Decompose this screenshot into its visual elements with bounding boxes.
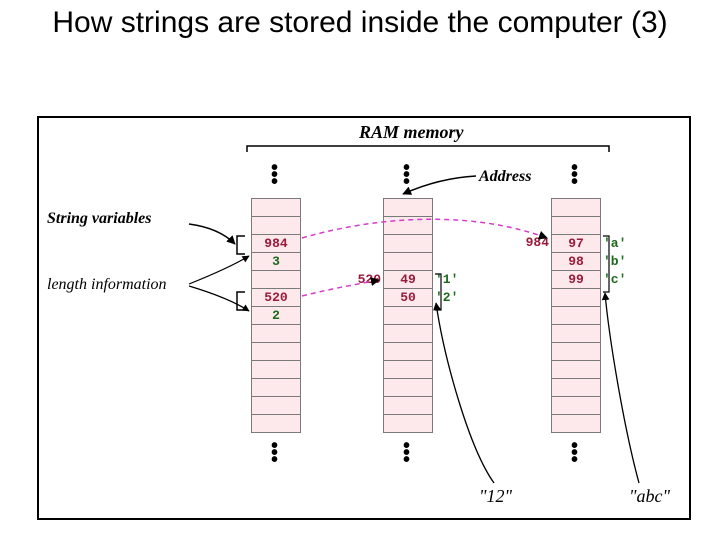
memory-cell-empty [603, 414, 633, 433]
memory-cell-empty [603, 198, 633, 217]
label-ram: RAM memory [359, 122, 464, 143]
memory-cell-empty [603, 288, 633, 307]
memory-cell-empty [383, 198, 433, 217]
memory-cell-empty [383, 324, 433, 343]
dots-icon: ••• [403, 166, 410, 187]
memory-cell: 520 [251, 288, 301, 307]
memory-cell: 2 [251, 306, 301, 325]
memory-cell-empty [603, 216, 633, 235]
memory-cell-empty [435, 360, 465, 379]
memory-cell: 99 [551, 270, 601, 289]
memory-cell-empty [251, 414, 301, 433]
memory-cell-empty [551, 360, 601, 379]
literal-abc: "abc" [629, 486, 670, 507]
memory-cell-empty [251, 216, 301, 235]
annot-column-3: 'a''b''c' [603, 198, 633, 433]
memory-cell-empty [603, 324, 633, 343]
memory-column-1: 9843 5202 [251, 198, 301, 433]
memory-cell-empty [435, 306, 465, 325]
memory-cell-empty [435, 216, 465, 235]
memory-cell-empty [551, 288, 601, 307]
memory-cell-empty [435, 198, 465, 217]
memory-cell-empty [603, 342, 633, 361]
memory-cell-empty [251, 360, 301, 379]
memory-column-2: 4950 [383, 198, 433, 433]
memory-cell-empty [383, 396, 433, 415]
memory-cell-empty [383, 216, 433, 235]
annot-column-2: '1''2' [435, 198, 465, 433]
diagram-canvas: RAM memory Address String variables leng… [37, 116, 691, 520]
memory-cell-empty [435, 234, 465, 253]
dots-icon: ••• [403, 444, 410, 465]
memory-cell: '2' [435, 288, 465, 307]
memory-cell-empty [383, 378, 433, 397]
memory-cell-empty [551, 216, 601, 235]
memory-cell-empty [551, 378, 601, 397]
memory-cell-empty [551, 324, 601, 343]
memory-cell-empty [435, 414, 465, 433]
memory-cell-empty [603, 378, 633, 397]
memory-cell-empty [383, 306, 433, 325]
memory-cell: 3 [251, 252, 301, 271]
page-title: How strings are stored inside the comput… [40, 6, 680, 40]
memory-column-3: 979899 [551, 198, 601, 433]
memory-cell-empty [603, 306, 633, 325]
memory-cell-empty [551, 396, 601, 415]
memory-cell: 97 [551, 234, 601, 253]
memory-cell: 'a' [603, 234, 633, 253]
memory-cell-empty [551, 342, 601, 361]
memory-cell: 50 [383, 288, 433, 307]
memory-cell-empty [251, 270, 301, 289]
memory-cell-empty [251, 324, 301, 343]
addr-520: 520 [349, 272, 381, 287]
memory-cell-empty [251, 342, 301, 361]
memory-cell-empty [383, 360, 433, 379]
memory-cell-empty [251, 198, 301, 217]
memory-cell: 'b' [603, 252, 633, 271]
memory-cell-empty [435, 252, 465, 271]
memory-cell-empty [383, 234, 433, 253]
memory-cell-empty [603, 360, 633, 379]
dots-icon: ••• [271, 444, 278, 465]
memory-cell-empty [551, 306, 601, 325]
memory-cell-empty [383, 414, 433, 433]
label-address: Address [479, 168, 531, 186]
literal-12: "12" [479, 486, 512, 507]
memory-cell-empty [435, 342, 465, 361]
memory-cell: 'c' [603, 270, 633, 289]
dots-icon: ••• [571, 444, 578, 465]
dots-icon: ••• [271, 166, 278, 187]
memory-cell-empty [435, 378, 465, 397]
memory-cell-empty [551, 198, 601, 217]
memory-cell-empty [251, 378, 301, 397]
memory-cell: 49 [383, 270, 433, 289]
label-lengthinfo: length information [47, 276, 167, 294]
memory-cell: 98 [551, 252, 601, 271]
memory-cell-empty [383, 342, 433, 361]
label-stringvars: String variables [47, 210, 151, 228]
dots-icon: ••• [571, 166, 578, 187]
memory-cell-empty [435, 324, 465, 343]
memory-cell-empty [551, 414, 601, 433]
memory-cell-empty [251, 396, 301, 415]
memory-cell-empty [383, 252, 433, 271]
memory-cell-empty [435, 396, 465, 415]
addr-984: 984 [517, 235, 549, 250]
memory-cell-empty [603, 396, 633, 415]
memory-cell: 984 [251, 234, 301, 253]
memory-cell: '1' [435, 270, 465, 289]
